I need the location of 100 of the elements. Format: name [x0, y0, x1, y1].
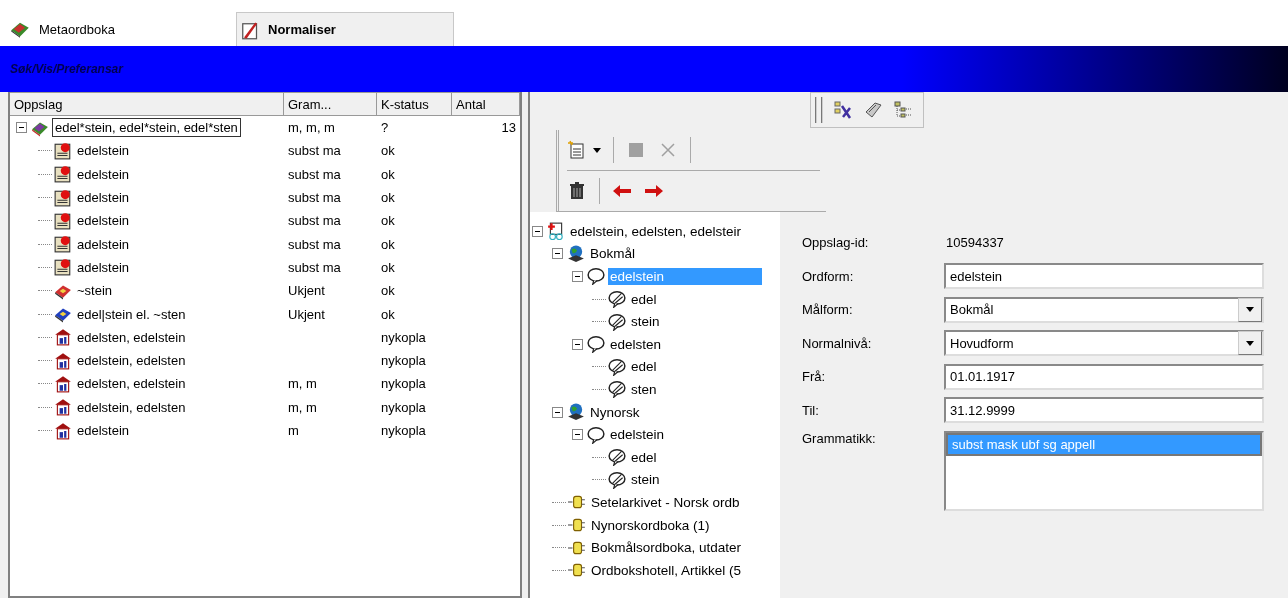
tree-icon[interactable] [893, 100, 913, 120]
tree-item[interactable]: edel [629, 358, 659, 376]
tree-item[interactable]: stein [629, 313, 662, 331]
count-text: 13 [501, 120, 516, 136]
new-document-icon[interactable] [567, 140, 587, 160]
broken-bubble-icon [608, 357, 626, 376]
house-icon [54, 421, 72, 440]
tree-item[interactable]: Nynorskordboka (1) [589, 516, 712, 534]
grammar-text: m [288, 423, 299, 438]
status-text: nykopla [381, 376, 426, 392]
tag-icon[interactable] [863, 100, 883, 120]
entry-text[interactable]: edelsten, edelstein [75, 375, 188, 393]
column-header[interactable]: Antal [452, 92, 520, 116]
broken-bubble-icon [608, 312, 626, 331]
input-field[interactable]: 01.01.1917 [944, 363, 1264, 390]
tree-item[interactable]: edel [629, 448, 659, 466]
dropdown[interactable]: Hovudform [944, 330, 1264, 357]
toolbar-grip[interactable] [815, 97, 823, 123]
entry-text[interactable]: adelstein [75, 235, 132, 253]
tree-item[interactable]: Ordbokshotell, Artikkel (5 [589, 561, 744, 579]
tree-item[interactable]: edelsten [608, 335, 664, 353]
field-label: Oppslag-id: [802, 235, 870, 251]
tree-item[interactable]: stein [629, 471, 662, 489]
house-icon [54, 398, 72, 417]
tree-item[interactable]: Nynorsk [588, 403, 642, 421]
speech-bubble-icon [587, 425, 605, 444]
collapse-toggle[interactable] [552, 406, 563, 418]
collapse-toggle[interactable] [532, 225, 543, 237]
tab[interactable]: Normaliser [236, 12, 454, 46]
house-icon [54, 351, 72, 370]
input-field[interactable]: edelstein [944, 263, 1264, 290]
entry-text[interactable]: edelstein [75, 422, 132, 439]
tree-item[interactable]: Bokmålsordboka, utdater [589, 539, 744, 557]
entry-text[interactable]: edelstein [75, 165, 132, 183]
status-text: ? [381, 120, 389, 136]
broken-bubble-icon [608, 448, 626, 467]
grammar-text: m, m [288, 399, 317, 415]
entry-text[interactable]: edelstein, edelsten [75, 352, 188, 370]
caret-icon[interactable] [593, 147, 601, 153]
entry-text[interactable]: edelstein [75, 142, 132, 160]
column-header[interactable]: K-status [377, 92, 452, 116]
house-icon [54, 328, 72, 347]
tree-item[interactable]: edelstein [608, 426, 667, 444]
title-bar-text: Søk/Vis/Preferansar [10, 62, 123, 76]
plug-icon [568, 516, 586, 534]
input-field[interactable]: 31.12.9999 [944, 397, 1264, 424]
status-text: ok [381, 166, 395, 182]
entry-text[interactable]: edel|stein el. ~sten [75, 305, 188, 323]
collapse-toggle[interactable] [16, 122, 27, 134]
speech-bubble-icon [587, 335, 605, 354]
status-text: nykopla [381, 329, 426, 345]
tree-item[interactable]: sten [629, 380, 659, 398]
entry-text[interactable]: edelsten, edelstein [75, 328, 188, 346]
field-label: Grammatikk: [802, 431, 877, 446]
trash-icon[interactable] [567, 181, 587, 201]
tree-item[interactable]: Bokmål [588, 245, 637, 263]
field-label: Ordform: [802, 268, 855, 284]
tree-item[interactable]: edelstein, edelsten, edelsteir [568, 222, 744, 240]
dropdown[interactable]: Bokmål [944, 296, 1264, 323]
entry-text[interactable]: edelstein [75, 212, 132, 230]
document-icon [54, 141, 72, 160]
document-icon [54, 211, 72, 230]
document-icon [54, 188, 72, 207]
speech-bubble-icon [587, 267, 605, 286]
collapse-toggle[interactable] [572, 338, 583, 350]
field-label: Målform: [802, 302, 854, 318]
entry-text[interactable]: ~stein [75, 282, 115, 300]
checklist-icon[interactable] [833, 100, 853, 120]
house-icon [54, 374, 72, 393]
tab[interactable]: Metaordboka [8, 12, 228, 46]
grammar-text: subst ma [288, 236, 341, 252]
tree-item[interactable]: Setelarkivet - Norsk ordb [589, 493, 742, 511]
grammar-text: subst ma [288, 190, 341, 206]
tree-item[interactable]: edel [629, 290, 659, 308]
entry-text[interactable]: edel*stein, edel*stein, edel*sten [52, 118, 241, 138]
column-header[interactable]: Oppslag [10, 92, 284, 116]
status-text: nykopla [381, 423, 426, 438]
grammar-text: m, m, m [288, 120, 335, 136]
field-label: Frå: [802, 369, 827, 385]
status-text: ok [381, 213, 395, 229]
globe-icon [567, 244, 585, 263]
status-text: ok [381, 143, 395, 159]
globe-icon [567, 403, 585, 422]
grammar-text: Ukjent [288, 306, 325, 322]
broken-bubble-icon [608, 290, 626, 309]
grammar-text: m, m [288, 376, 317, 392]
collapse-toggle[interactable] [572, 429, 583, 441]
collapse-toggle[interactable] [552, 248, 563, 260]
collapse-toggle[interactable] [572, 271, 583, 282]
field-label: Til: [802, 402, 820, 418]
status-text: nykopla [381, 353, 426, 369]
broken-bubble-icon [608, 380, 626, 399]
grammar-text: subst ma [288, 143, 341, 159]
column-header[interactable]: Gram... [284, 92, 377, 116]
entry-text[interactable]: edelstein [75, 189, 132, 207]
id-value: 10594337 [945, 235, 1004, 251]
document-icon [547, 222, 565, 241]
entry-text[interactable]: adelstein [75, 258, 132, 276]
status-text: ok [381, 306, 395, 322]
entry-text[interactable]: edelstein, edelsten [75, 398, 188, 416]
